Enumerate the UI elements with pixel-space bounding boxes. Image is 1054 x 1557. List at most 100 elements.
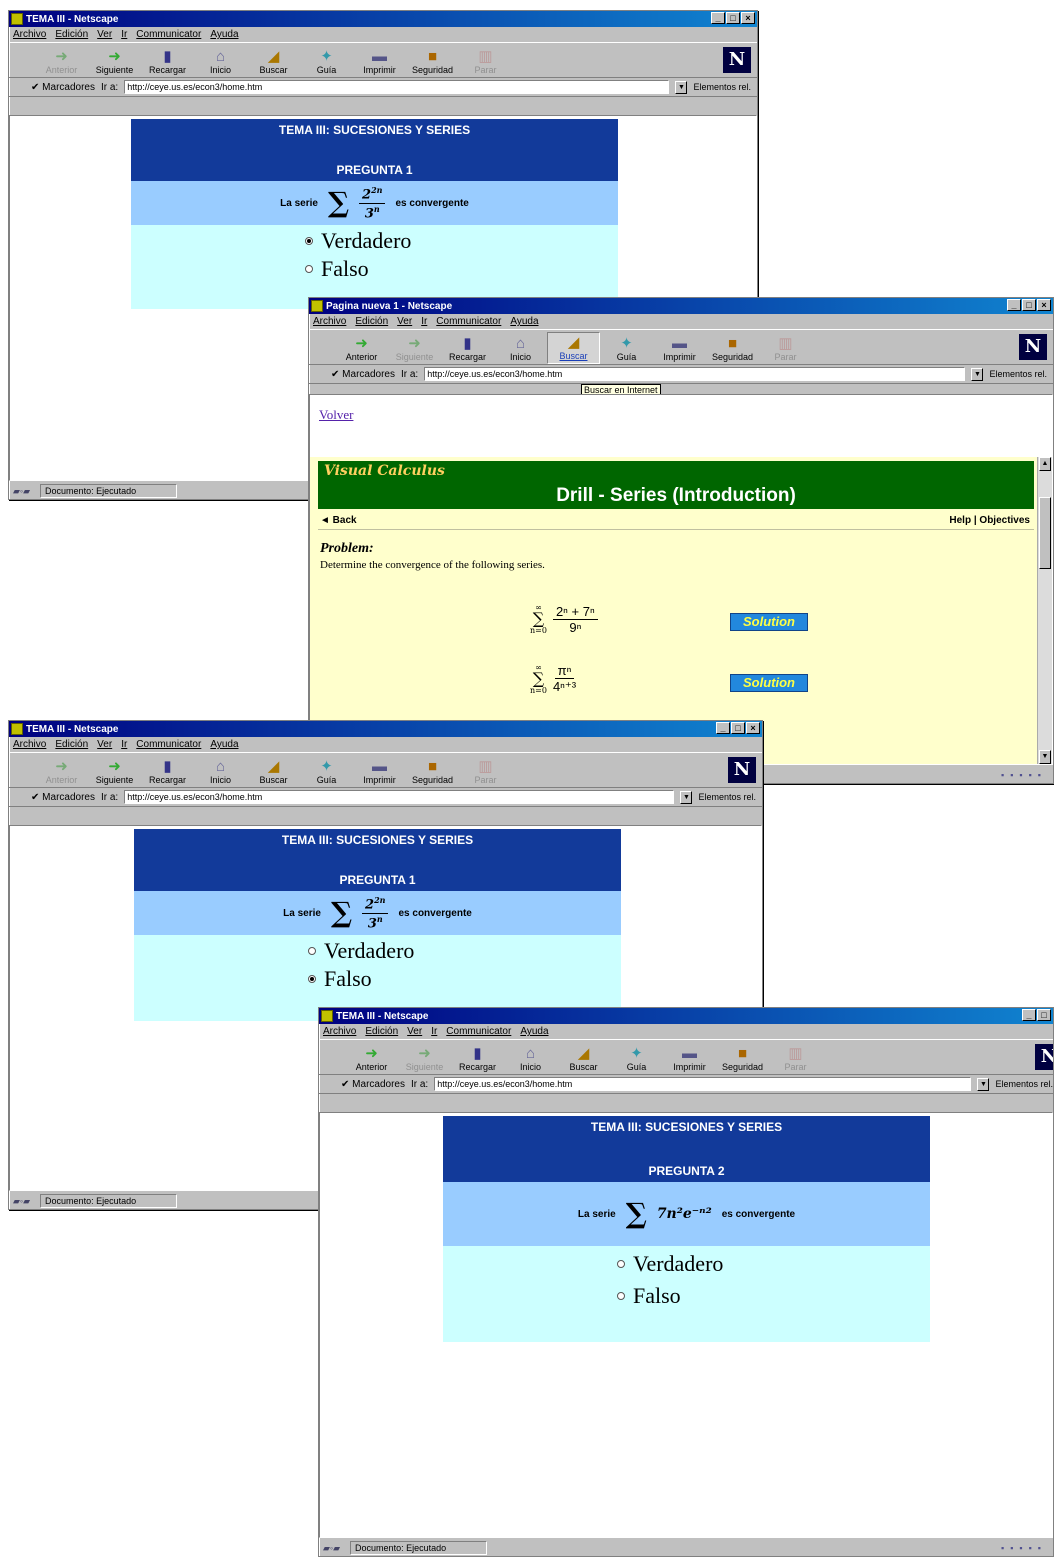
menu-archivo[interactable]: Archivo bbox=[13, 29, 46, 40]
bookmarks-button[interactable]: ✔ Marcadores bbox=[31, 82, 95, 93]
maximize-button[interactable]: □ bbox=[1022, 299, 1036, 311]
security-button[interactable]: ■ Seguridad bbox=[716, 1042, 769, 1074]
option-verdadero[interactable]: Verdadero bbox=[308, 937, 621, 965]
url-dropdown-button[interactable]: ▼ bbox=[977, 1077, 990, 1091]
search-button[interactable]: ◢ Buscar bbox=[247, 45, 300, 77]
radio-verdadero[interactable] bbox=[308, 947, 316, 955]
bookmarks-button[interactable]: ✔ Marcadores bbox=[331, 369, 395, 380]
home-button[interactable]: ⌂ Inicio bbox=[194, 45, 247, 77]
menu-ver[interactable]: Ver bbox=[407, 1026, 422, 1037]
search-button[interactable]: ◢ Buscar bbox=[547, 332, 600, 364]
scroll-down-arrow[interactable]: ▼ bbox=[1039, 750, 1051, 764]
option-falso[interactable]: Falso bbox=[617, 1280, 930, 1312]
search-button[interactable]: ◢ Buscar bbox=[247, 755, 300, 787]
maximize-button[interactable]: □ bbox=[1037, 1009, 1051, 1021]
minimize-button[interactable]: _ bbox=[1007, 299, 1021, 311]
minimize-button[interactable]: _ bbox=[716, 722, 730, 734]
minimize-button[interactable]: _ bbox=[711, 12, 725, 24]
related-button[interactable]: Elementos rel. bbox=[989, 369, 1053, 379]
back-button[interactable]: ➜ Anterior bbox=[35, 45, 88, 77]
radio-verdadero[interactable] bbox=[617, 1260, 625, 1268]
menu-ver[interactable]: Ver bbox=[97, 29, 112, 40]
print-button[interactable]: ▬ Imprimir bbox=[353, 755, 406, 787]
volver-link[interactable]: Volver bbox=[319, 407, 353, 423]
menu-ayuda[interactable]: Ayuda bbox=[210, 739, 238, 750]
guide-button[interactable]: ✦ Guía bbox=[300, 755, 353, 787]
home-button[interactable]: ⌂ Inicio bbox=[504, 1042, 557, 1074]
guide-button[interactable]: ✦ Guía bbox=[600, 332, 653, 364]
menu-communicator[interactable]: Communicator bbox=[136, 29, 201, 40]
related-button[interactable]: Elementos rel. bbox=[693, 82, 757, 92]
solution-button[interactable]: Solution bbox=[730, 674, 808, 692]
stop-button[interactable]: ▥ Parar bbox=[459, 45, 512, 77]
menu-ver[interactable]: Ver bbox=[97, 739, 112, 750]
menu-edicion[interactable]: Edición bbox=[55, 739, 88, 750]
radio-falso[interactable] bbox=[308, 975, 316, 983]
forward-button[interactable]: ➜ Siguiente bbox=[88, 45, 141, 77]
security-button[interactable]: ■ Seguridad bbox=[706, 332, 759, 364]
menu-edicion[interactable]: Edición bbox=[55, 29, 88, 40]
home-button[interactable]: ⌂ Inicio bbox=[194, 755, 247, 787]
title-bar[interactable]: TEMA III - Netscape _ □ × bbox=[9, 11, 757, 27]
back-link[interactable]: ◄ Back bbox=[320, 515, 357, 526]
url-field[interactable]: http://ceye.us.es/econ3/home.htm bbox=[434, 1077, 972, 1091]
menu-archivo[interactable]: Archivo bbox=[313, 316, 346, 327]
maximize-button[interactable]: □ bbox=[731, 722, 745, 734]
close-button[interactable]: × bbox=[741, 12, 755, 24]
reload-button[interactable]: ▮ Recargar bbox=[141, 755, 194, 787]
menu-ayuda[interactable]: Ayuda bbox=[210, 29, 238, 40]
reload-button[interactable]: ▮ Recargar bbox=[451, 1042, 504, 1074]
url-field[interactable]: http://ceye.us.es/econ3/home.htm bbox=[124, 790, 675, 804]
back-button[interactable]: ➜ Anterior bbox=[335, 332, 388, 364]
bookmarks-button[interactable]: ✔ Marcadores bbox=[341, 1079, 405, 1090]
radio-falso[interactable] bbox=[305, 265, 313, 273]
menu-archivo[interactable]: Archivo bbox=[13, 739, 46, 750]
stop-button[interactable]: ▥ Parar bbox=[769, 1042, 822, 1074]
vertical-scrollbar[interactable]: ▲ ▼ bbox=[1037, 457, 1052, 764]
security-button[interactable]: ■ Seguridad bbox=[406, 755, 459, 787]
help-objectives-links[interactable]: Help | Objectives bbox=[949, 515, 1030, 526]
option-verdadero[interactable]: Verdadero bbox=[305, 227, 618, 255]
menu-ir[interactable]: Ir bbox=[421, 316, 427, 327]
scroll-up-arrow[interactable]: ▲ bbox=[1039, 457, 1051, 471]
close-button[interactable]: × bbox=[746, 722, 760, 734]
option-falso[interactable]: Falso bbox=[308, 965, 621, 993]
url-dropdown-button[interactable]: ▼ bbox=[971, 367, 984, 381]
url-field[interactable]: http://ceye.us.es/econ3/home.htm bbox=[124, 80, 670, 94]
radio-falso[interactable] bbox=[617, 1292, 625, 1300]
menu-ir[interactable]: Ir bbox=[121, 739, 127, 750]
menu-edicion[interactable]: Edición bbox=[355, 316, 388, 327]
stop-button[interactable]: ▥ Parar bbox=[759, 332, 812, 364]
menu-ir[interactable]: Ir bbox=[121, 29, 127, 40]
title-bar[interactable]: TEMA III - Netscape _ □ × bbox=[9, 721, 762, 737]
menu-communicator[interactable]: Communicator bbox=[436, 316, 501, 327]
related-button[interactable]: Elementos rel. bbox=[995, 1079, 1053, 1089]
security-button[interactable]: ■ Seguridad bbox=[406, 45, 459, 77]
reload-button[interactable]: ▮ Recargar bbox=[141, 45, 194, 77]
url-field[interactable]: http://ceye.us.es/econ3/home.htm bbox=[424, 367, 966, 381]
scroll-thumb[interactable] bbox=[1039, 497, 1051, 569]
back-button[interactable]: ➜ Anterior bbox=[345, 1042, 398, 1074]
menu-edicion[interactable]: Edición bbox=[365, 1026, 398, 1037]
url-dropdown-button[interactable]: ▼ bbox=[680, 790, 693, 804]
print-button[interactable]: ▬ Imprimir bbox=[663, 1042, 716, 1074]
option-verdadero[interactable]: Verdadero bbox=[617, 1248, 930, 1280]
menu-archivo[interactable]: Archivo bbox=[323, 1026, 356, 1037]
forward-button[interactable]: ➜ Siguiente bbox=[88, 755, 141, 787]
reload-button[interactable]: ▮ Recargar bbox=[441, 332, 494, 364]
option-falso[interactable]: Falso bbox=[305, 255, 618, 283]
menu-communicator[interactable]: Communicator bbox=[446, 1026, 511, 1037]
print-button[interactable]: ▬ Imprimir bbox=[653, 332, 706, 364]
guide-button[interactable]: ✦ Guía bbox=[300, 45, 353, 77]
maximize-button[interactable]: □ bbox=[726, 12, 740, 24]
close-button[interactable]: × bbox=[1037, 299, 1051, 311]
bookmarks-button[interactable]: ✔ Marcadores bbox=[31, 792, 95, 803]
forward-button[interactable]: ➜ Siguiente bbox=[398, 1042, 451, 1074]
url-dropdown-button[interactable]: ▼ bbox=[675, 80, 688, 94]
related-button[interactable]: Elementos rel. bbox=[698, 792, 762, 802]
title-bar[interactable]: Pagina nueva 1 - Netscape _ □ × bbox=[309, 298, 1053, 314]
home-button[interactable]: ⌂ Inicio bbox=[494, 332, 547, 364]
back-button[interactable]: ➜ Anterior bbox=[35, 755, 88, 787]
forward-button[interactable]: ➜ Siguiente bbox=[388, 332, 441, 364]
print-button[interactable]: ▬ Imprimir bbox=[353, 45, 406, 77]
